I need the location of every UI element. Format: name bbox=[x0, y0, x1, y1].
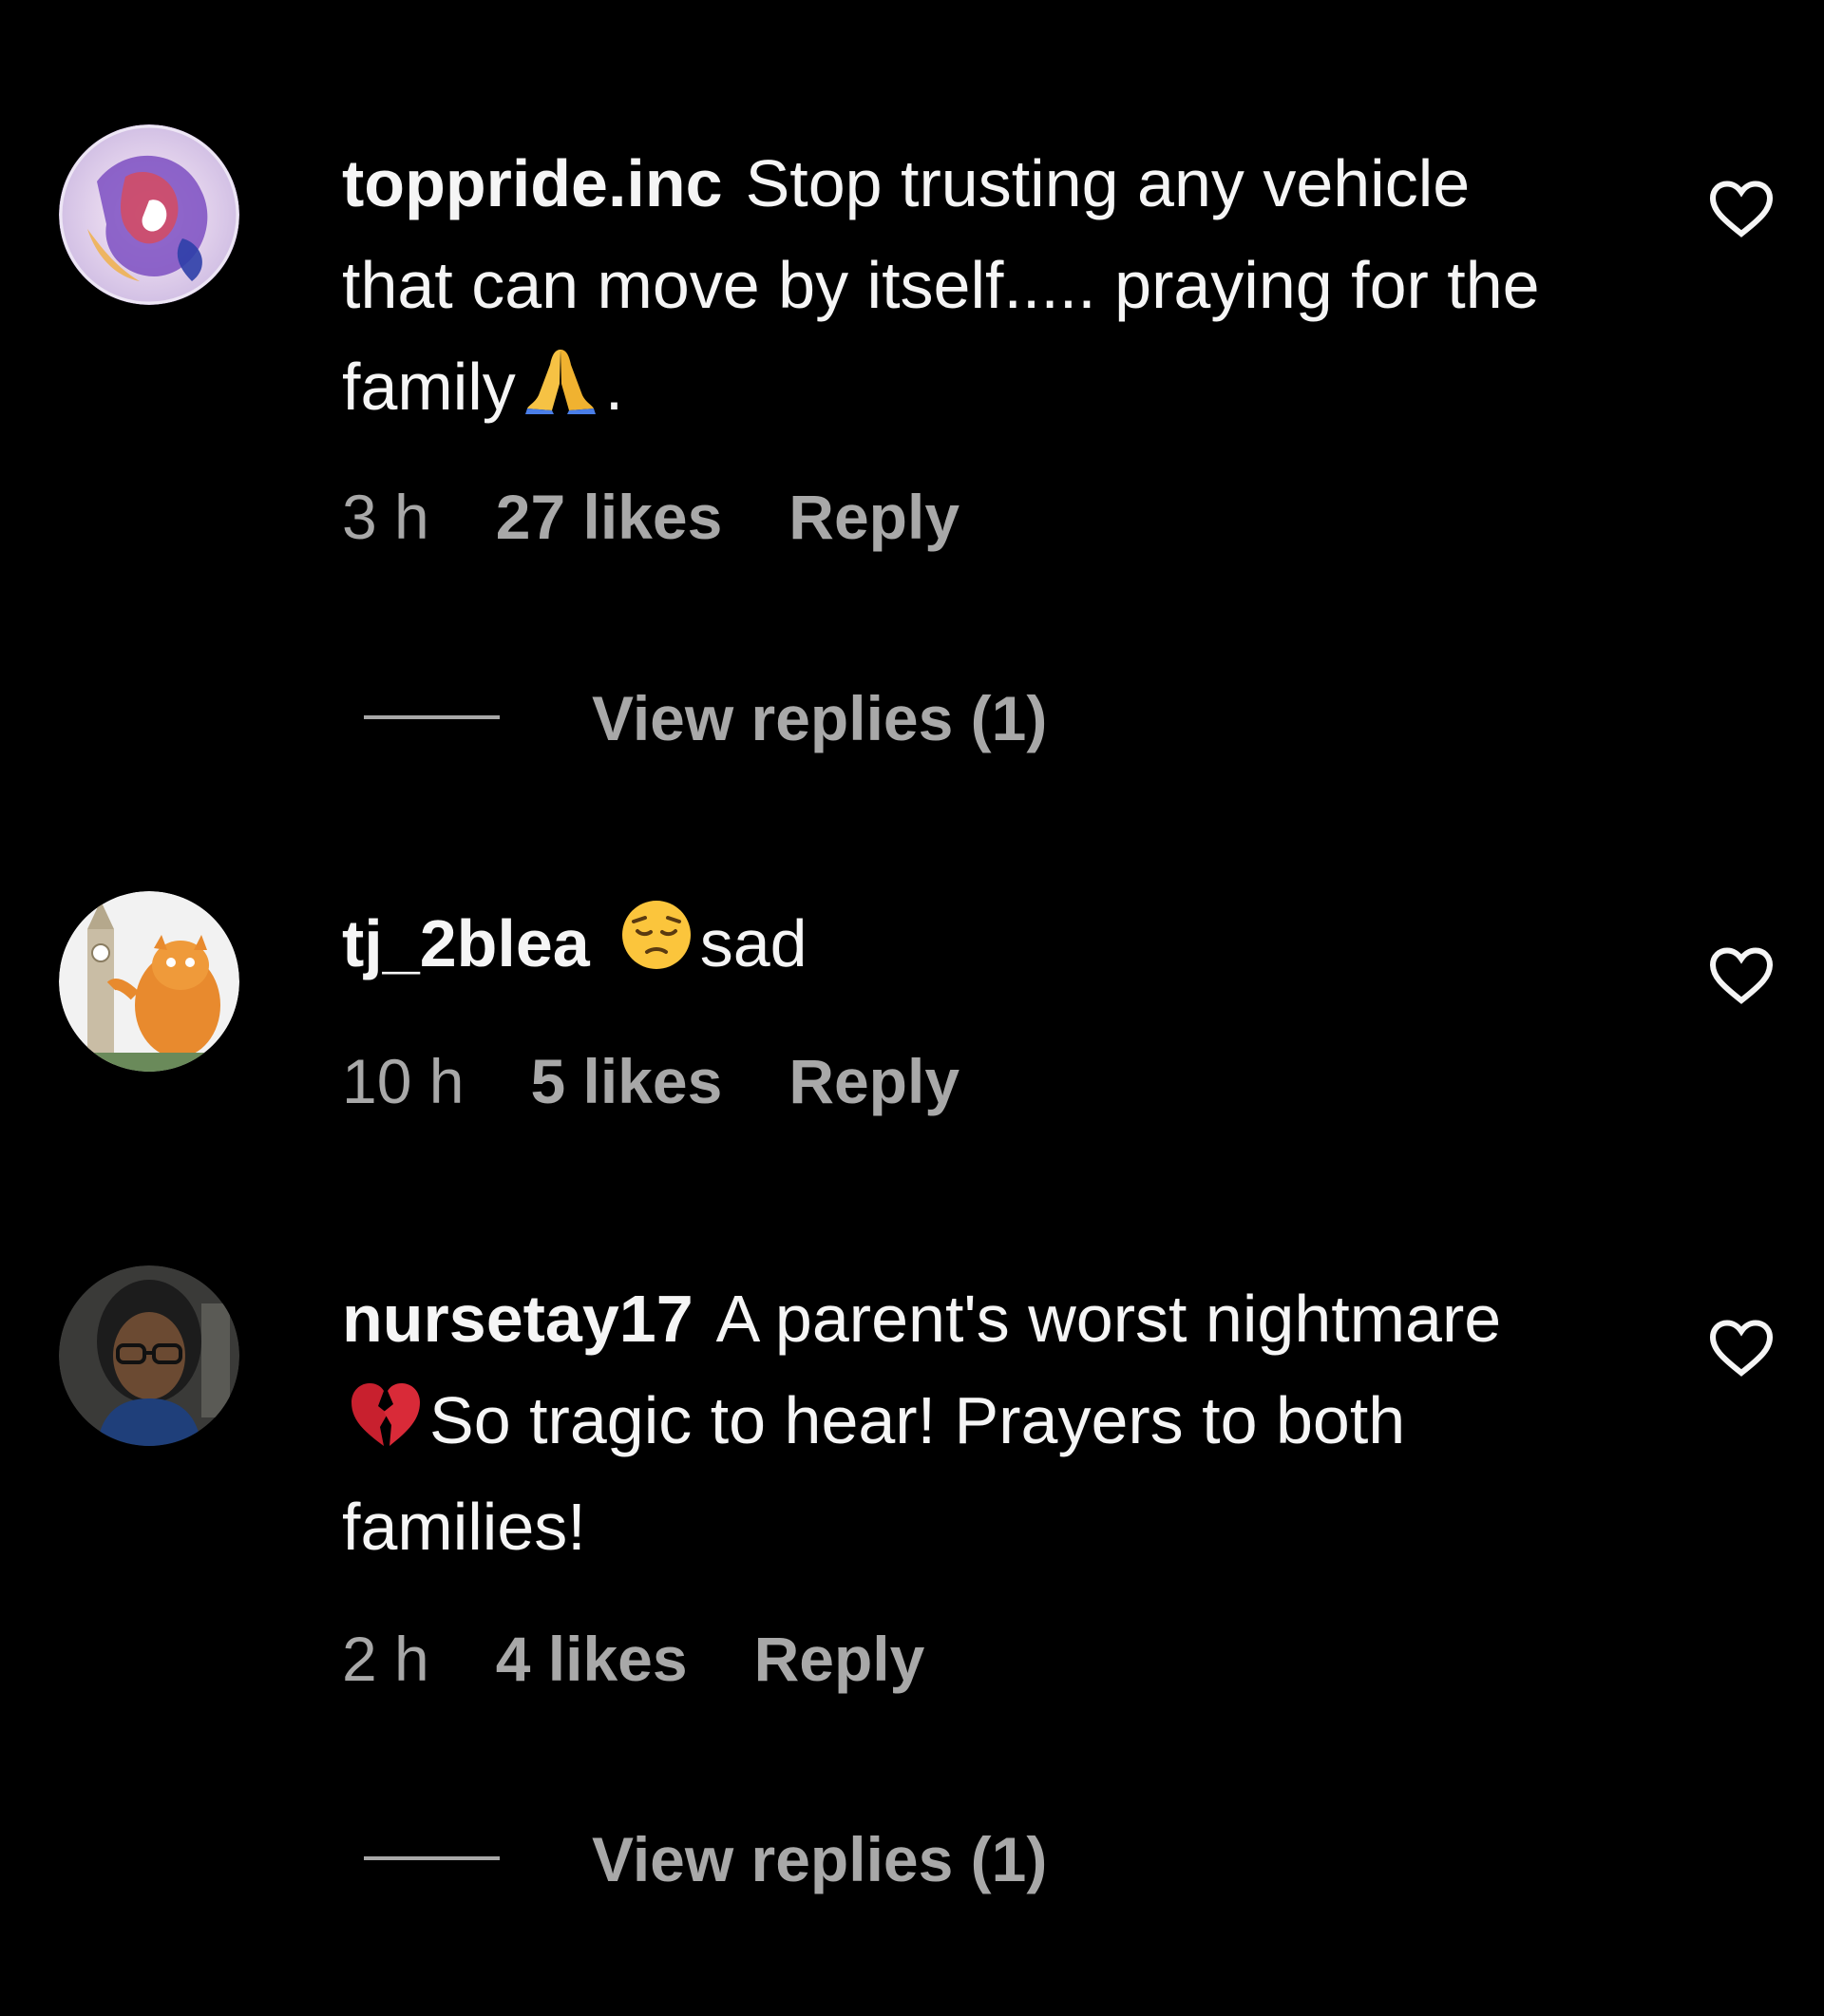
reply-button[interactable]: Reply bbox=[788, 482, 960, 552]
reply-button[interactable]: Reply bbox=[754, 1624, 925, 1694]
folded-hands-icon bbox=[523, 341, 598, 443]
avatar[interactable] bbox=[59, 891, 239, 1072]
comment-timestamp: 2 h bbox=[342, 1624, 429, 1694]
comment-text: toppride.inc Stop trusting any vehicle th… bbox=[342, 133, 1577, 443]
heart-outline-icon[interactable] bbox=[1707, 174, 1776, 242]
comment-likes[interactable]: 4 likes bbox=[496, 1624, 688, 1694]
comment-meta: 2 h 4 likes Reply bbox=[342, 1623, 991, 1695]
comment-message: A parent's worst nightmare bbox=[715, 1282, 1502, 1356]
replies-divider bbox=[364, 1856, 500, 1860]
view-replies-label: View replies (1) bbox=[592, 1824, 1048, 1894]
comment-username[interactable]: toppride.inc bbox=[342, 146, 723, 220]
comment-timestamp: 3 h bbox=[342, 482, 429, 552]
comment-text: nursetay17 A parent's worst nightmare So t… bbox=[342, 1268, 1577, 1578]
avatar[interactable] bbox=[59, 124, 239, 305]
heart-outline-icon[interactable] bbox=[1707, 941, 1776, 1009]
comment-timestamp: 10 h bbox=[342, 1046, 465, 1116]
pensive-face-icon bbox=[620, 898, 693, 999]
heart-outline-icon[interactable] bbox=[1707, 1313, 1776, 1381]
comment-message-end: . bbox=[604, 350, 624, 424]
comment-text: tj_2blea sad bbox=[342, 893, 1577, 999]
comment-message-end: So tragic to hear! Prayers to both famil… bbox=[342, 1383, 1406, 1565]
comment-meta: 10 h 5 likes Reply bbox=[342, 1045, 1026, 1117]
comment-likes[interactable]: 5 likes bbox=[530, 1046, 722, 1116]
comment-meta: 3 h 27 likes Reply bbox=[342, 481, 1026, 553]
comment-likes[interactable]: 27 likes bbox=[496, 482, 723, 552]
comment-username[interactable]: nursetay17 bbox=[342, 1282, 694, 1356]
reply-button[interactable]: Reply bbox=[788, 1046, 960, 1116]
avatar[interactable] bbox=[59, 1265, 239, 1446]
view-replies-label: View replies (1) bbox=[592, 683, 1048, 753]
broken-heart-icon bbox=[350, 1375, 422, 1476]
comment-username[interactable]: tj_2blea bbox=[342, 906, 590, 980]
replies-divider bbox=[364, 715, 500, 719]
comment-message: sad bbox=[699, 906, 808, 980]
